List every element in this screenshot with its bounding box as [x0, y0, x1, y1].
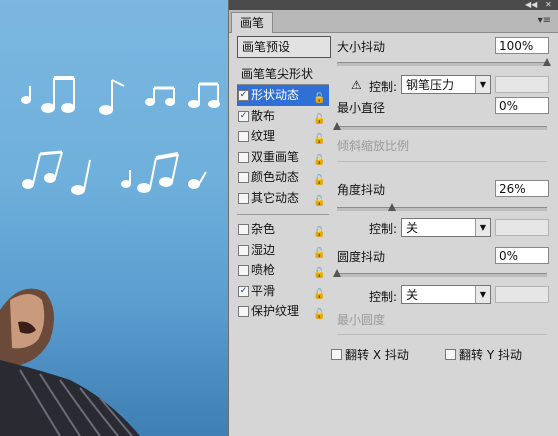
checkbox[interactable] [238, 151, 249, 163]
size-control-select[interactable]: 钢笔压力 ▼ [401, 75, 491, 94]
list-item-label: 保护纹理 [251, 304, 300, 318]
min-diameter-slider[interactable] [337, 126, 547, 130]
min-roundness-slider [337, 334, 547, 335]
angle-control-fade-field [495, 219, 549, 236]
angle-control-label: 控制: [369, 222, 398, 236]
min-roundness-label: 最小圆度 [337, 313, 386, 327]
brush-presets-button[interactable]: 画笔预设 [237, 36, 331, 58]
list-item-noise[interactable]: 杂色 🔓 [237, 219, 329, 240]
roundness-control-fade-field [495, 286, 549, 303]
checkbox[interactable] [331, 349, 342, 360]
roundness-jitter-field[interactable]: 0% [495, 247, 549, 264]
list-item-scattering[interactable]: ✓ 散布 🔓 [237, 106, 329, 127]
list-item-shape-dynamics[interactable]: ✓ 形状动态 🔓 [237, 85, 329, 106]
roundness-control-select[interactable]: 关 ▼ [401, 285, 491, 304]
brush-tip-shape-item[interactable]: 画笔笔尖形状 [237, 64, 329, 85]
panel-menu-icon[interactable]: ▾≡ [538, 15, 551, 26]
lock-icon[interactable]: 🔓 [313, 192, 325, 213]
checkbox[interactable] [238, 131, 249, 142]
chevron-down-icon[interactable]: ▼ [475, 76, 490, 93]
flip-y-label: 翻转 Y 抖动 [459, 348, 522, 362]
checkbox[interactable] [238, 244, 249, 256]
list-item-label: 形状动态 [251, 88, 300, 102]
list-item-label: 其它动态 [251, 190, 300, 205]
checkbox[interactable]: ✓ [238, 285, 249, 297]
size-jitter-slider[interactable] [337, 62, 547, 66]
list-item-label: 平滑 [251, 283, 276, 298]
checkbox[interactable]: ✓ [238, 110, 249, 122]
panel-titlebar: ◀◀ ✕ [229, 0, 558, 10]
brush-panel: ◀◀ ✕ 画笔 ▾≡ 画笔预设 画笔笔尖形状 ✓ 形状动态 🔓 ✓ 散布 🔓 纹… [228, 0, 558, 436]
flip-x-checkbox[interactable]: 翻转 X 抖动 [331, 346, 409, 363]
angle-control-value: 关 [406, 221, 419, 235]
size-control-label: 控制: [369, 80, 398, 94]
angle-control-select[interactable]: 关 ▼ [401, 218, 491, 237]
flip-y-checkbox[interactable]: 翻转 Y 抖动 [445, 346, 522, 363]
min-diameter-slider-knob[interactable] [333, 122, 341, 130]
tab-brush[interactable]: 画笔 [231, 12, 274, 33]
roundness-control-label: 控制: [369, 290, 398, 304]
list-item-label: 双重画笔 [251, 149, 300, 164]
chevron-down-icon[interactable]: ▼ [475, 219, 490, 236]
canvas-photo [0, 0, 228, 436]
roundness-jitter-label: 圆度抖动 [337, 250, 386, 264]
list-item-label: 杂色 [251, 222, 276, 236]
checkbox[interactable] [238, 306, 249, 317]
flip-x-label: 翻转 X 抖动 [345, 348, 409, 362]
checkbox[interactable] [238, 265, 249, 276]
tilt-scale-slider [337, 161, 547, 162]
list-item-label: 纹理 [251, 129, 276, 143]
list-item-wet-edges[interactable]: 湿边 🔓 [237, 240, 329, 261]
checkbox[interactable] [238, 192, 249, 204]
close-icon[interactable]: ✕ [545, 0, 552, 10]
angle-jitter-slider-knob[interactable] [387, 203, 396, 211]
list-item-smoothing[interactable]: ✓ 平滑 🔓 [237, 281, 329, 302]
brush-settings-list: 画笔预设 画笔笔尖形状 ✓ 形状动态 🔓 ✓ 散布 🔓 纹理 🔓 双重画笔 🔓 … [237, 36, 331, 322]
checkbox[interactable] [445, 349, 456, 360]
list-item-other-dynamics[interactable]: 其它动态 🔓 [237, 188, 329, 209]
size-jitter-field[interactable]: 100% [495, 37, 549, 54]
size-control-fade-field [495, 76, 549, 93]
checkbox[interactable] [238, 224, 249, 235]
angle-jitter-slider[interactable] [337, 207, 547, 211]
roundness-jitter-slider[interactable] [337, 273, 547, 277]
music-notes-graphic [21, 76, 220, 195]
min-diameter-label: 最小直径 [337, 101, 386, 115]
collapse-icon[interactable]: ◀◀ [525, 0, 537, 10]
lock-icon[interactable]: 🔓 [313, 305, 325, 326]
tilt-scale-label: 倾斜缩放比例 [337, 139, 410, 153]
list-item-color-dynamics[interactable]: 颜色动态 🔓 [237, 167, 329, 188]
roundness-control-value: 关 [406, 288, 419, 302]
min-diameter-field[interactable]: 0% [495, 97, 549, 114]
panel-tab-row: 画笔 ▾≡ [229, 10, 558, 33]
person-image [0, 288, 140, 436]
angle-jitter-label: 角度抖动 [337, 183, 386, 197]
checkbox[interactable] [238, 172, 249, 183]
checkbox[interactable]: ✓ [238, 90, 249, 101]
list-item-protect-texture[interactable]: 保护纹理 🔓 [237, 301, 329, 322]
warning-icon: ⚠ [351, 78, 362, 92]
list-item-label: 喷枪 [251, 263, 276, 277]
list-item-label: 散布 [251, 108, 276, 123]
chevron-down-icon[interactable]: ▼ [475, 286, 490, 303]
list-item-dual-brush[interactable]: 双重画笔 🔓 [237, 147, 329, 168]
roundness-jitter-slider-knob[interactable] [333, 269, 341, 277]
list-item-texture[interactable]: 纹理 🔓 [237, 126, 329, 147]
size-jitter-slider-knob[interactable] [543, 58, 551, 66]
list-item-label: 颜色动态 [251, 170, 300, 184]
angle-jitter-field[interactable]: 26% [495, 180, 549, 197]
size-control-value: 钢笔压力 [406, 78, 455, 92]
size-jitter-label: 大小抖动 [337, 40, 386, 54]
list-item-label: 湿边 [251, 242, 276, 257]
list-item-airbrush[interactable]: 喷枪 🔓 [237, 260, 329, 281]
